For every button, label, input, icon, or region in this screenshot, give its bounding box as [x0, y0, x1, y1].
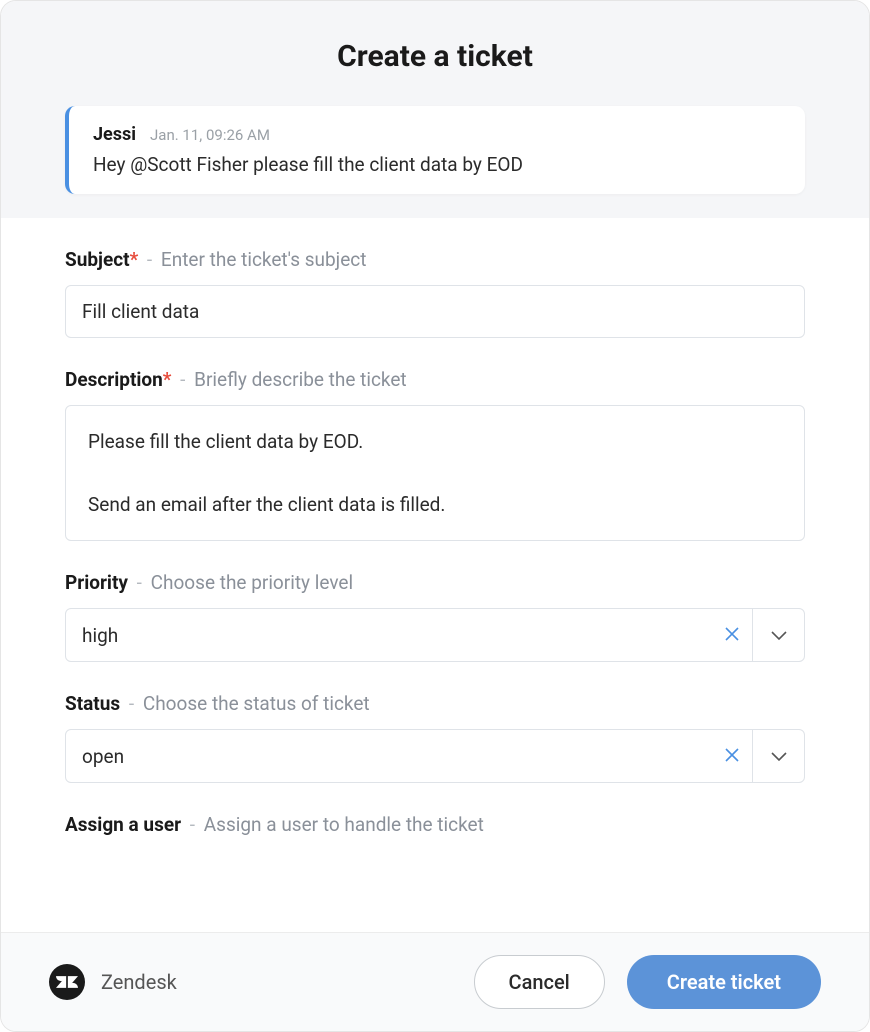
field-subject: Subject* - Enter the ticket's subject — [65, 248, 805, 338]
priority-value[interactable]: high — [66, 609, 712, 661]
status-label-row: Status - Choose the status of ticket — [65, 692, 805, 715]
priority-hint: Choose the priority level — [151, 571, 353, 594]
subject-label: Subject — [65, 248, 130, 271]
message-author: Jessi — [93, 124, 136, 145]
status-hint: Choose the status of ticket — [143, 692, 370, 715]
message-body: Hey @Scott Fisher please fill the client… — [93, 153, 781, 176]
priority-label: Priority — [65, 571, 128, 594]
priority-clear-button[interactable] — [712, 609, 752, 661]
chevron-down-icon — [771, 747, 787, 766]
assign-label: Assign a user — [65, 813, 181, 836]
priority-select[interactable]: high — [65, 608, 805, 662]
modal-title: Create a ticket — [25, 39, 845, 74]
required-indicator: * — [163, 368, 172, 391]
message-header: Jessi Jan. 11, 09:26 AM — [93, 124, 781, 145]
subject-hint: Enter the ticket's subject — [161, 248, 367, 271]
field-assign-user: Assign a user - Assign a user to handle … — [65, 813, 805, 836]
description-label: Description — [65, 368, 163, 391]
assign-hint: Assign a user to handle the ticket — [204, 813, 484, 836]
label-separator: - — [180, 368, 185, 391]
required-indicator: * — [130, 248, 139, 271]
create-ticket-button[interactable]: Create ticket — [627, 955, 821, 1009]
zendesk-icon — [49, 964, 85, 1000]
chevron-down-icon — [771, 626, 787, 645]
label-separator: - — [137, 571, 142, 594]
field-description: Description* - Briefly describe the tick… — [65, 368, 805, 541]
status-select[interactable]: open — [65, 729, 805, 783]
status-value[interactable]: open — [66, 730, 712, 782]
description-input[interactable]: Please fill the client data by EOD. Send… — [65, 405, 805, 541]
status-dropdown-toggle[interactable] — [752, 730, 804, 782]
modal-header: Create a ticket Jessi Jan. 11, 09:26 AM … — [1, 1, 869, 218]
cancel-button[interactable]: Cancel — [474, 955, 605, 1009]
assign-label-row: Assign a user - Assign a user to handle … — [65, 813, 805, 836]
field-status: Status - Choose the status of ticket ope… — [65, 692, 805, 783]
subject-input[interactable] — [65, 285, 805, 338]
status-label: Status — [65, 692, 120, 715]
integration-name: Zendesk — [101, 970, 177, 994]
modal-footer: Zendesk Cancel Create ticket — [1, 932, 869, 1031]
footer-integration: Zendesk — [49, 964, 177, 1000]
field-priority: Priority - Choose the priority level hig… — [65, 571, 805, 662]
source-message-card: Jessi Jan. 11, 09:26 AM Hey @Scott Fishe… — [65, 106, 805, 194]
close-icon — [725, 746, 739, 767]
create-ticket-modal: Create a ticket Jessi Jan. 11, 09:26 AM … — [0, 0, 870, 1032]
message-timestamp: Jan. 11, 09:26 AM — [150, 126, 270, 144]
label-separator: - — [129, 692, 134, 715]
description-label-row: Description* - Briefly describe the tick… — [65, 368, 805, 391]
close-icon — [725, 625, 739, 646]
description-hint: Briefly describe the ticket — [194, 368, 407, 391]
priority-dropdown-toggle[interactable] — [752, 609, 804, 661]
status-clear-button[interactable] — [712, 730, 752, 782]
footer-actions: Cancel Create ticket — [474, 955, 821, 1009]
subject-label-row: Subject* - Enter the ticket's subject — [65, 248, 805, 271]
priority-label-row: Priority - Choose the priority level — [65, 571, 805, 594]
form-section: Subject* - Enter the ticket's subject De… — [1, 218, 869, 1031]
label-separator: - — [190, 813, 195, 836]
label-separator: - — [147, 248, 152, 271]
